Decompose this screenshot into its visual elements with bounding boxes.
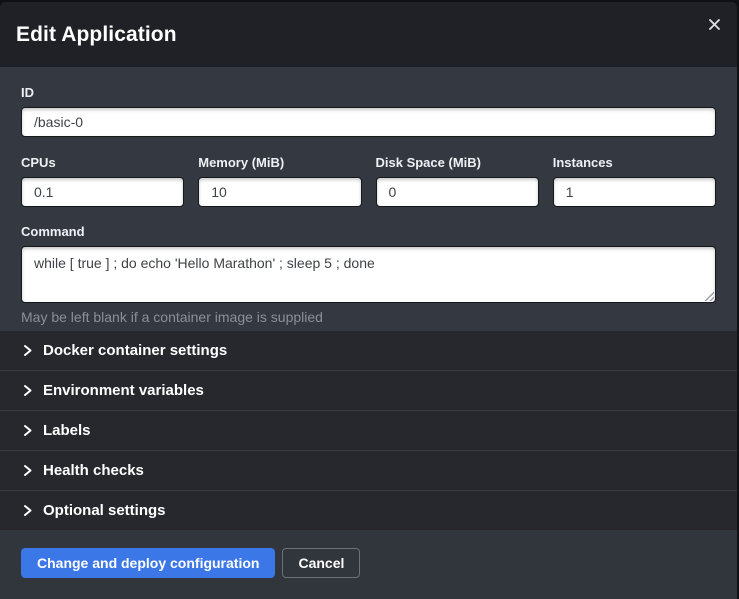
cpus-label: CPUs <box>21 156 184 169</box>
id-input[interactable] <box>21 107 716 137</box>
section-label: Docker container settings <box>43 342 227 359</box>
chevron-right-icon <box>21 384 34 397</box>
instances-input[interactable] <box>553 177 716 207</box>
close-icon <box>709 19 720 30</box>
command-textarea[interactable]: while [ true ] ; do echo 'Hello Marathon… <box>21 246 716 303</box>
modal-header: Edit Application <box>0 2 737 67</box>
instances-field: Instances <box>553 156 716 207</box>
chevron-right-icon <box>21 464 34 477</box>
command-textarea-wrap: while [ true ] ; do echo 'Hello Marathon… <box>21 246 716 303</box>
modal-body: ID CPUs Memory (MiB) Disk Space (MiB) In… <box>0 67 737 331</box>
section-health-checks[interactable]: Health checks <box>0 450 737 490</box>
chevron-right-icon <box>21 344 34 357</box>
memory-label: Memory (MiB) <box>198 156 361 169</box>
memory-field: Memory (MiB) <box>198 156 361 207</box>
section-label: Optional settings <box>43 502 166 519</box>
section-environment-variables[interactable]: Environment variables <box>0 370 737 410</box>
command-label: Command <box>21 225 716 238</box>
disk-label: Disk Space (MiB) <box>376 156 539 169</box>
collapsible-sections: Docker container settings Environment va… <box>0 331 737 530</box>
chevron-right-icon <box>21 424 34 437</box>
disk-input[interactable] <box>376 177 539 207</box>
cpus-field: CPUs <box>21 156 184 207</box>
id-label: ID <box>21 86 716 99</box>
command-help-text: May be left blank if a container image i… <box>21 309 716 325</box>
section-label: Health checks <box>43 462 144 479</box>
section-docker-container-settings[interactable]: Docker container settings <box>0 331 737 370</box>
memory-input[interactable] <box>198 177 361 207</box>
modal-footer: Change and deploy configuration Cancel <box>0 530 737 599</box>
cpus-input[interactable] <box>21 177 184 207</box>
section-labels[interactable]: Labels <box>0 410 737 450</box>
section-optional-settings[interactable]: Optional settings <box>0 490 737 530</box>
section-label: Labels <box>43 422 91 439</box>
modal-title: Edit Application <box>16 23 177 47</box>
section-label: Environment variables <box>43 382 204 399</box>
change-and-deploy-button[interactable]: Change and deploy configuration <box>21 548 275 578</box>
disk-field: Disk Space (MiB) <box>376 156 539 207</box>
edit-application-modal: Edit Application ID CPUs Memory (MiB) Di… <box>0 2 737 599</box>
instances-label: Instances <box>553 156 716 169</box>
chevron-right-icon <box>21 504 34 517</box>
resources-row: CPUs Memory (MiB) Disk Space (MiB) Insta… <box>21 156 716 207</box>
close-button[interactable] <box>705 15 723 33</box>
cancel-button[interactable]: Cancel <box>282 548 360 578</box>
